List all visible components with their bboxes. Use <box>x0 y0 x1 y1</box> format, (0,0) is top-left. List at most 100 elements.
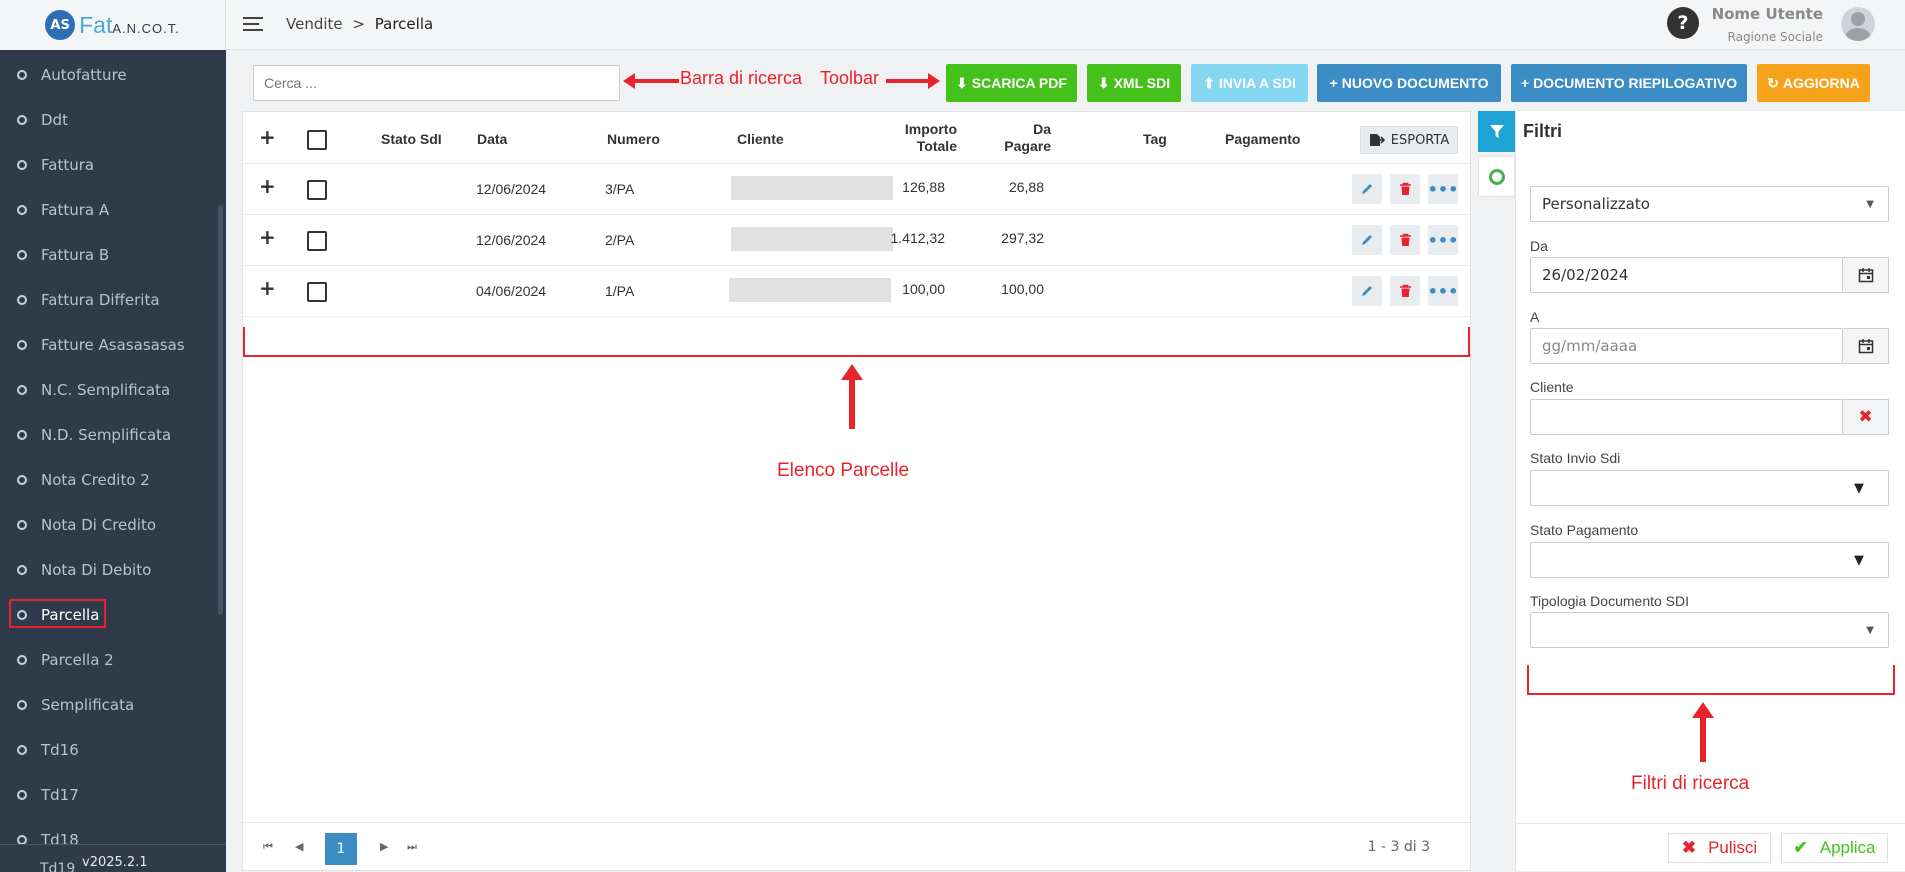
annotation-active-box <box>9 599 106 628</box>
pagination: ⏮ ◀ 1 ▶ ⏭ 1 - 3 di 3 <box>243 822 1470 870</box>
sidebar-item-label: Fatture Asasasasas <box>41 335 185 354</box>
sidebar-item-parcella[interactable]: Parcella <box>0 592 226 637</box>
expand-row-icon[interactable]: + <box>259 225 276 249</box>
sidebar-item-nota-di-debito[interactable]: Nota Di Debito <box>0 547 226 592</box>
more-options-button[interactable]: ••• <box>1428 276 1458 306</box>
col-header-payment[interactable]: Pagamento <box>1225 131 1300 147</box>
payment-status-select[interactable]: ▼ <box>1530 542 1889 578</box>
tab-filters[interactable] <box>1478 111 1515 152</box>
logo-mark: AS <box>45 10 76 40</box>
more-options-button[interactable]: ••• <box>1428 225 1458 255</box>
help-icon[interactable]: ? <box>1667 7 1699 39</box>
circle-icon <box>17 699 27 710</box>
circle-icon <box>17 384 27 395</box>
edit-button[interactable] <box>1352 174 1382 204</box>
clear-client-icon[interactable]: ✖ <box>1843 399 1889 435</box>
sidebar-item-td16[interactable]: Td16 <box>0 727 226 772</box>
col-header-total[interactable]: Importo Totale <box>893 121 957 155</box>
sdi-status-select[interactable]: ▼ <box>1530 470 1889 506</box>
send-sdi-button[interactable]: ⬆ INVIA A SDI <box>1191 64 1308 102</box>
user-name[interactable]: Nome Utente <box>1712 5 1823 23</box>
page-number-current[interactable]: 1 <box>325 833 357 865</box>
sidebar-item-td17[interactable]: Td17 <box>0 772 226 817</box>
col-header-tag[interactable]: Tag <box>1143 131 1167 147</box>
col-header-number[interactable]: Numero <box>607 131 660 147</box>
annotation-toolbar-label: Toolbar <box>820 68 880 88</box>
breadcrumb: Vendite > Parcella <box>286 15 433 33</box>
select-all-checkbox[interactable] <box>307 130 327 150</box>
sidebar-scrollbar[interactable] <box>218 205 223 615</box>
export-button[interactable]: ESPORTA <box>1360 126 1458 154</box>
sidebar-item-ddt[interactable]: Ddt <box>0 97 226 142</box>
last-page-icon[interactable]: ⏭ <box>407 840 417 854</box>
sidebar-item-semplificata[interactable]: Semplificata <box>0 682 226 727</box>
to-date-input[interactable]: gg/mm/aaaa <box>1530 328 1843 364</box>
sidebar-item-nota-credito-2[interactable]: Nota Credito 2 <box>0 457 226 502</box>
expand-row-icon[interactable]: + <box>259 174 276 198</box>
delete-button[interactable] <box>1390 276 1420 306</box>
sidebar-item-fattura-differita[interactable]: Fattura Differita <box>0 277 226 322</box>
xml-sdi-button[interactable]: ⬇ XML SDI <box>1087 64 1181 102</box>
payment-status-label: Stato Pagamento <box>1530 522 1639 538</box>
row-checkbox[interactable] <box>307 231 327 251</box>
delete-button[interactable] <box>1390 225 1420 255</box>
next-page-icon[interactable]: ▶ <box>380 840 388 853</box>
sidebar-item-nota-di-credito[interactable]: Nota Di Credito <box>0 502 226 547</box>
period-select-value: Personalizzato <box>1542 195 1650 213</box>
tab-support[interactable] <box>1478 156 1515 197</box>
edit-button[interactable] <box>1352 276 1382 306</box>
col-header-date[interactable]: Data <box>477 131 507 147</box>
table-row[interactable]: +12/06/2024 3/PA 126,88 26,88 ••• <box>243 164 1470 215</box>
sidebar-item-fattura[interactable]: Fattura <box>0 142 226 187</box>
col-header-due[interactable]: Da Pagare <box>987 121 1051 155</box>
side-tabs <box>1477 111 1515 871</box>
expand-row-icon[interactable]: + <box>259 276 276 300</box>
sidebar-item-fatture-asasasasas[interactable]: Fatture Asasasasas <box>0 322 226 367</box>
menu-toggle-icon[interactable] <box>243 17 263 33</box>
ellipsis-icon: ••• <box>1427 281 1459 301</box>
row-checkbox[interactable] <box>307 180 327 200</box>
search-input[interactable] <box>253 65 620 101</box>
delete-button[interactable] <box>1390 174 1420 204</box>
circle-icon <box>17 114 27 125</box>
col-header-client[interactable]: Cliente <box>737 131 784 147</box>
calendar-icon[interactable] <box>1843 328 1889 364</box>
prev-page-icon[interactable]: ◀ <box>295 840 303 853</box>
breadcrumb-parent[interactable]: Vendite <box>286 15 343 33</box>
sidebar-item-peek[interactable]: Td19 <box>40 861 75 872</box>
client-input[interactable] <box>1530 399 1843 435</box>
download-pdf-button[interactable]: ⬇ SCARICA PDF <box>946 64 1077 102</box>
logo[interactable]: AS FatA.N.CO.T. <box>0 0 226 50</box>
more-options-button[interactable]: ••• <box>1428 174 1458 204</box>
doc-type-select[interactable]: ▼ <box>1530 612 1889 648</box>
from-date-input[interactable]: 26/02/2024 <box>1530 257 1843 293</box>
sidebar-item-label: Td17 <box>41 785 79 804</box>
table-row[interactable]: +12/06/2024 2/PA 1.412,32 297,32 ••• <box>243 215 1470 266</box>
period-select[interactable]: Personalizzato ▼ <box>1530 186 1889 222</box>
table-row[interactable]: +04/06/2024 1/PA 100,00 100,00 ••• <box>243 266 1470 317</box>
col-header-status[interactable]: Stato SdI <box>381 131 442 147</box>
new-document-button[interactable]: + NUOVO DOCUMENTO <box>1317 64 1501 102</box>
summary-document-button[interactable]: + DOCUMENTO RIEPILOGATIVO <box>1511 64 1747 102</box>
calendar-icon[interactable] <box>1843 257 1889 293</box>
row-checkbox[interactable] <box>307 282 327 302</box>
sidebar-item-n-c-semplificata[interactable]: N.C. Semplificata <box>0 367 226 412</box>
avatar[interactable] <box>1841 7 1875 41</box>
sidebar-item-parcella-2[interactable]: Parcella 2 <box>0 637 226 682</box>
annotation-arrow-list <box>841 364 863 429</box>
annotation-search-label: Barra di ricerca <box>680 68 803 88</box>
sidebar-item-n-d-semplificata[interactable]: N.D. Semplificata <box>0 412 226 457</box>
edit-button[interactable] <box>1352 225 1382 255</box>
clear-filters-button[interactable]: ✖ Pulisci <box>1668 833 1771 863</box>
sidebar-item-fattura-b[interactable]: Fattura B <box>0 232 226 277</box>
apply-filters-button[interactable]: ✔ Applica <box>1781 833 1888 863</box>
sidebar-item-autofatture[interactable]: Autofatture <box>0 52 226 97</box>
document-list-panel: + Stato SdI Data Numero Cliente Importo T… <box>242 111 1471 871</box>
user-company: Ragione Sociale <box>1727 30 1823 44</box>
sidebar-item-fattura-a[interactable]: Fattura A <box>0 187 226 232</box>
circle-icon <box>17 564 27 575</box>
circle-icon <box>17 159 27 170</box>
expand-all-icon[interactable]: + <box>259 125 276 149</box>
refresh-button[interactable]: ↻ AGGIORNA <box>1757 64 1870 102</box>
first-page-icon[interactable]: ⏮ <box>263 840 273 854</box>
